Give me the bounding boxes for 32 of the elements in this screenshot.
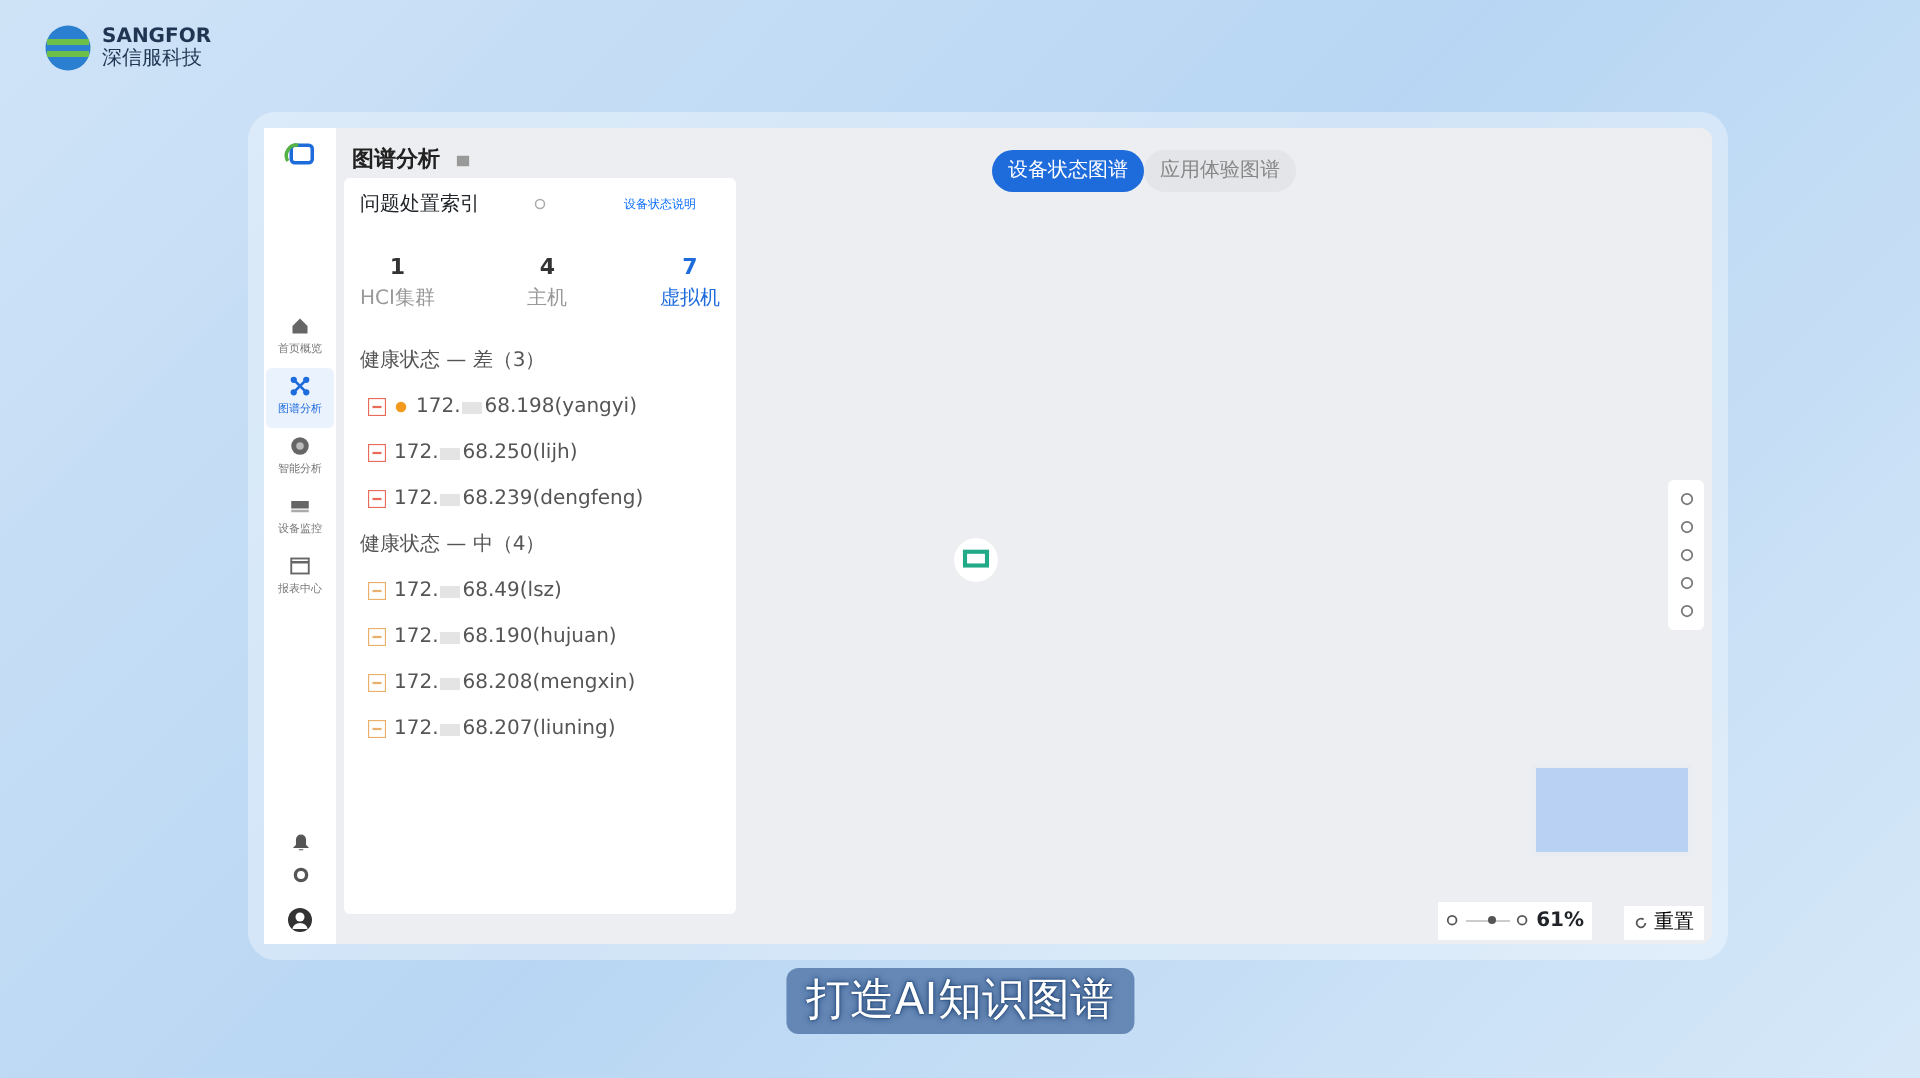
report-icon: [290, 556, 310, 576]
disc-icon: [290, 436, 310, 456]
group-header[interactable]: 健康状态 — 差（3）: [360, 346, 720, 376]
help-icon: [534, 198, 546, 210]
page-title: 图谱分析: [352, 144, 440, 176]
device-icon: [290, 496, 310, 516]
bell-icon: [291, 834, 309, 852]
brand-subtitle: 深信服科技: [102, 47, 204, 69]
vm-address[interactable]: 172. 68.239(dengfeng): [394, 484, 644, 514]
home-icon: [290, 316, 310, 336]
network-icon: [290, 376, 310, 396]
caption: 打造AI知识图谱: [786, 968, 1134, 1034]
graph-node-icon: [954, 538, 998, 582]
vm-address[interactable]: 172. 68.49(lsz): [394, 576, 562, 606]
zoom-reading: 61%: [1536, 908, 1584, 936]
zoom-slider-thumb[interactable]: [1488, 916, 1497, 924]
panel-title: 问题处置索引: [360, 191, 480, 219]
menu-icon: [456, 153, 470, 168]
reset-button[interactable]: 重置: [1624, 906, 1704, 940]
brand-name: SANGFOR: [102, 27, 212, 47]
graph-tab[interactable]: 设备状态图谱: [992, 150, 1144, 192]
vm-address[interactable]: 172. 68.190(hujuan): [394, 622, 617, 652]
refresh-icon: [1634, 916, 1648, 930]
settings-icon: [291, 866, 309, 884]
vm-address[interactable]: 172. 68.208(mengxin): [394, 668, 636, 698]
vm-address[interactable]: 172. 68.250(lijh): [394, 438, 578, 468]
app-logo-icon: [282, 140, 318, 168]
globe-logo-icon: [44, 24, 92, 72]
vm-address[interactable]: 172. 68.207(liuning): [394, 714, 616, 744]
vm-address[interactable]: 172. 68.198(yangyi): [416, 392, 637, 422]
avatar-icon: [288, 908, 312, 932]
group-header[interactable]: 健康状态 — 中（4）: [360, 530, 720, 560]
